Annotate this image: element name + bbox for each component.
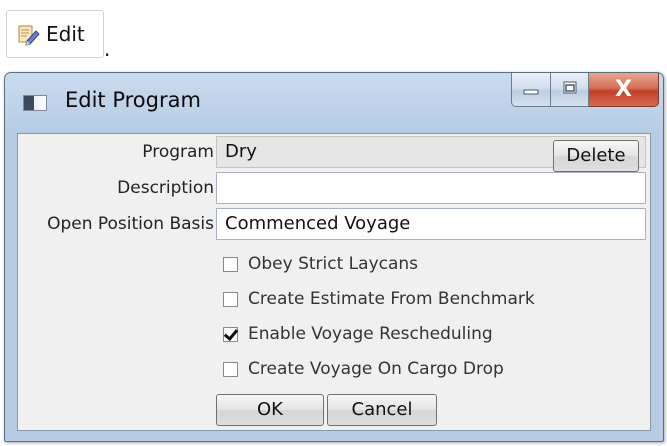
enable-voyage-rescheduling-option[interactable]: Enable Voyage Rescheduling <box>223 322 493 346</box>
create-voyage-on-cargo-drop-checkbox[interactable] <box>223 361 238 377</box>
close-icon: X <box>615 77 632 102</box>
edit-program-window: Edit Program X Program Dry Delete Descri… <box>4 72 664 442</box>
caption-buttons: X <box>511 73 659 107</box>
maximize-icon <box>562 80 578 99</box>
ok-button[interactable]: OK <box>216 394 324 426</box>
trailing-dot: . <box>104 37 111 61</box>
description-label: Description <box>117 178 214 198</box>
window-title: Edit Program <box>65 88 201 112</box>
create-estimate-from-benchmark-checkbox[interactable] <box>223 291 238 307</box>
create-voyage-on-cargo-drop-option[interactable]: Create Voyage On Cargo Drop <box>223 357 504 381</box>
close-button[interactable]: X <box>589 73 659 107</box>
cancel-button[interactable]: Cancel <box>327 394 437 426</box>
enable-voyage-rescheduling-label: Enable Voyage Rescheduling <box>248 324 493 344</box>
maximize-button[interactable] <box>551 73 589 107</box>
create-voyage-on-cargo-drop-label: Create Voyage On Cargo Drop <box>248 359 504 379</box>
title-bar[interactable]: Edit Program X <box>5 73 663 129</box>
delete-button[interactable]: Delete <box>553 140 639 172</box>
create-estimate-from-benchmark-option[interactable]: Create Estimate From Benchmark <box>223 287 535 311</box>
edit-button-label: Edit <box>46 22 85 46</box>
program-label: Program <box>142 142 214 162</box>
open-position-basis-label: Open Position Basis <box>47 214 214 234</box>
program-field: Dry Delete <box>216 136 646 172</box>
obey-strict-laycans-checkbox[interactable] <box>223 256 238 272</box>
program-value: Dry <box>225 141 257 162</box>
enable-voyage-rescheduling-checkbox[interactable] <box>223 326 238 342</box>
dialog-client-area: Program Dry Delete Description Open Posi… <box>17 133 651 431</box>
minimize-button[interactable] <box>511 73 551 107</box>
obey-strict-laycans-option[interactable]: Obey Strict Laycans <box>223 252 418 276</box>
create-estimate-from-benchmark-label: Create Estimate From Benchmark <box>248 289 535 309</box>
minimize-icon <box>523 80 539 99</box>
open-position-basis-input[interactable]: Commenced Voyage <box>216 208 646 240</box>
edit-button[interactable]: Edit <box>6 10 104 58</box>
edit-document-pencil-icon <box>16 22 40 46</box>
obey-strict-laycans-label: Obey Strict Laycans <box>248 254 419 274</box>
window-app-icon <box>23 95 47 111</box>
description-input[interactable] <box>216 172 646 204</box>
